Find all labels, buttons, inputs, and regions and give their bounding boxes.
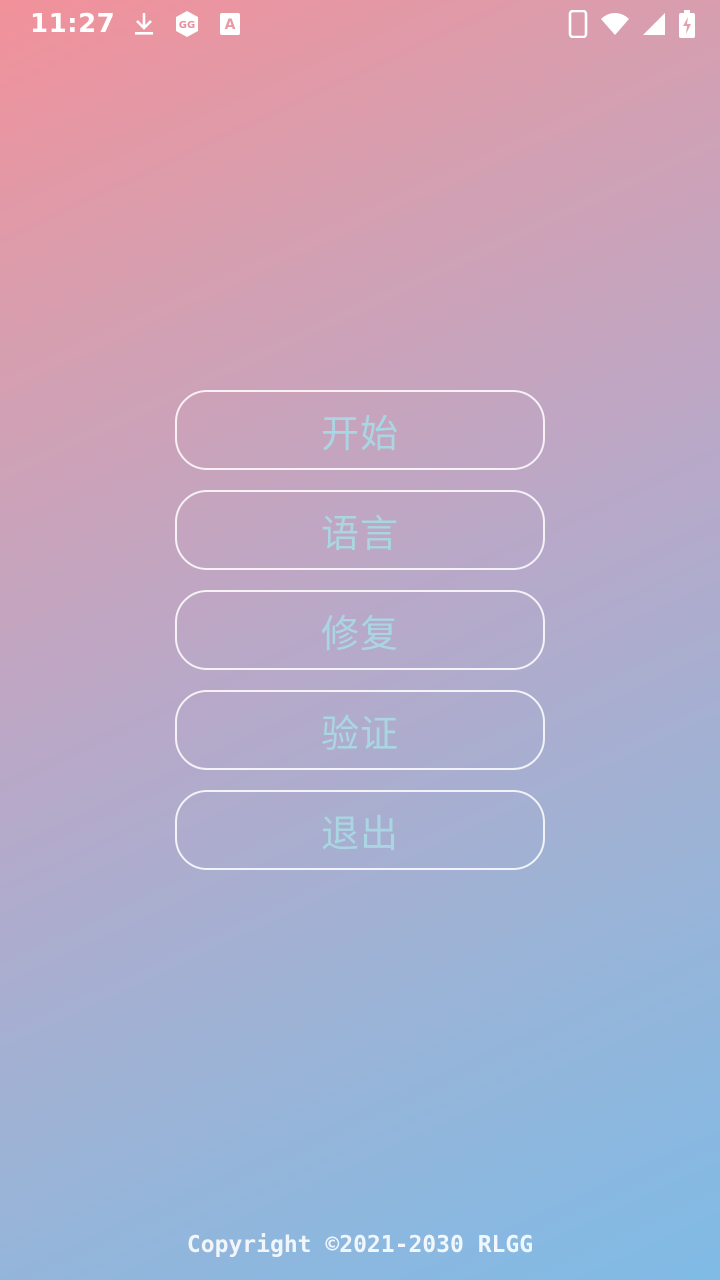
language-button[interactable]: 语言 bbox=[175, 490, 545, 570]
cell-signal-icon bbox=[642, 12, 666, 36]
a-icon-text: A bbox=[225, 17, 236, 33]
font-a-icon: A bbox=[219, 12, 241, 36]
start-button[interactable]: 开始 bbox=[175, 390, 545, 470]
status-time: 11:27 bbox=[30, 9, 116, 39]
copyright-text: Copyright ©2021-2030 RLGG bbox=[186, 1232, 534, 1258]
wifi-icon bbox=[600, 12, 630, 36]
battery-charging-icon bbox=[678, 9, 696, 39]
status-right bbox=[568, 9, 696, 39]
download-icon bbox=[133, 11, 155, 37]
verify-button[interactable]: 验证 bbox=[175, 690, 545, 770]
gg-icon-text: GG bbox=[179, 20, 195, 31]
gg-app-icon: GG bbox=[173, 10, 201, 38]
status-bar: 11:27 GG A bbox=[0, 0, 720, 48]
exit-button[interactable]: 退出 bbox=[175, 790, 545, 870]
status-left: 11:27 GG A bbox=[30, 9, 241, 39]
main-menu: 开始 语言 修复 验证 退出 bbox=[175, 390, 545, 870]
repair-button[interactable]: 修复 bbox=[175, 590, 545, 670]
phone-icon bbox=[568, 10, 588, 38]
